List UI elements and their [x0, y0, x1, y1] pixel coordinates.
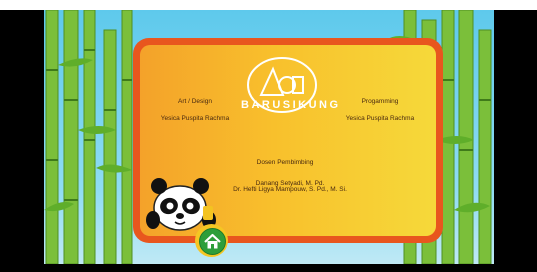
programming-title: Progamming — [361, 98, 399, 105]
advisor-title: Dosen Pembimbing — [256, 159, 314, 166]
letterbox-right — [494, 10, 537, 272]
game-screen: BARUSIKUNG Art / Design Yesica Puspita R… — [0, 0, 537, 272]
home-icon — [204, 233, 221, 249]
letterbox-bottom — [0, 264, 537, 272]
art-design-title: Art / Design — [178, 98, 212, 105]
programming-name: Yesica Puspita Rachma — [345, 115, 415, 122]
top-margin — [0, 0, 537, 10]
art-design-name: Yesica Puspita Rachma — [160, 115, 230, 122]
logo-title: BARUSIKUNG — [241, 99, 341, 111]
advisor-name-2: Dr. Hefti Ligya Mampouw, S. Pd., M. Si. — [233, 186, 347, 193]
letterbox-left — [0, 10, 44, 272]
home-button[interactable] — [199, 228, 226, 255]
